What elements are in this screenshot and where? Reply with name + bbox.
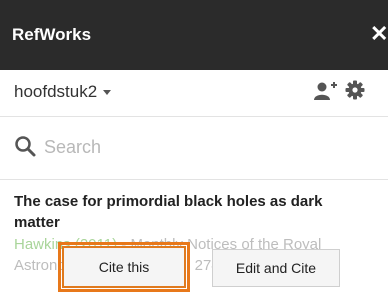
title-bar: RefWorks ✕ bbox=[0, 0, 388, 70]
folder-name: hoofdstuk2 bbox=[14, 82, 98, 101]
caret-down-icon bbox=[103, 90, 112, 96]
folder-dropdown[interactable]: hoofdstuk2 bbox=[14, 82, 112, 102]
edit-and-cite-button[interactable]: Edit and Cite bbox=[212, 249, 340, 287]
app-title: RefWorks bbox=[12, 25, 92, 44]
search-icon bbox=[15, 136, 36, 157]
cite-this-button[interactable]: Cite this bbox=[58, 242, 190, 292]
search-bar bbox=[0, 117, 388, 180]
close-icon[interactable]: ✕ bbox=[370, 20, 388, 48]
search-input[interactable] bbox=[42, 133, 346, 161]
gear-icon[interactable] bbox=[345, 80, 365, 100]
reference-title[interactable]: The case for primordial black holes as d… bbox=[14, 191, 364, 233]
add-user-icon[interactable] bbox=[313, 80, 339, 102]
